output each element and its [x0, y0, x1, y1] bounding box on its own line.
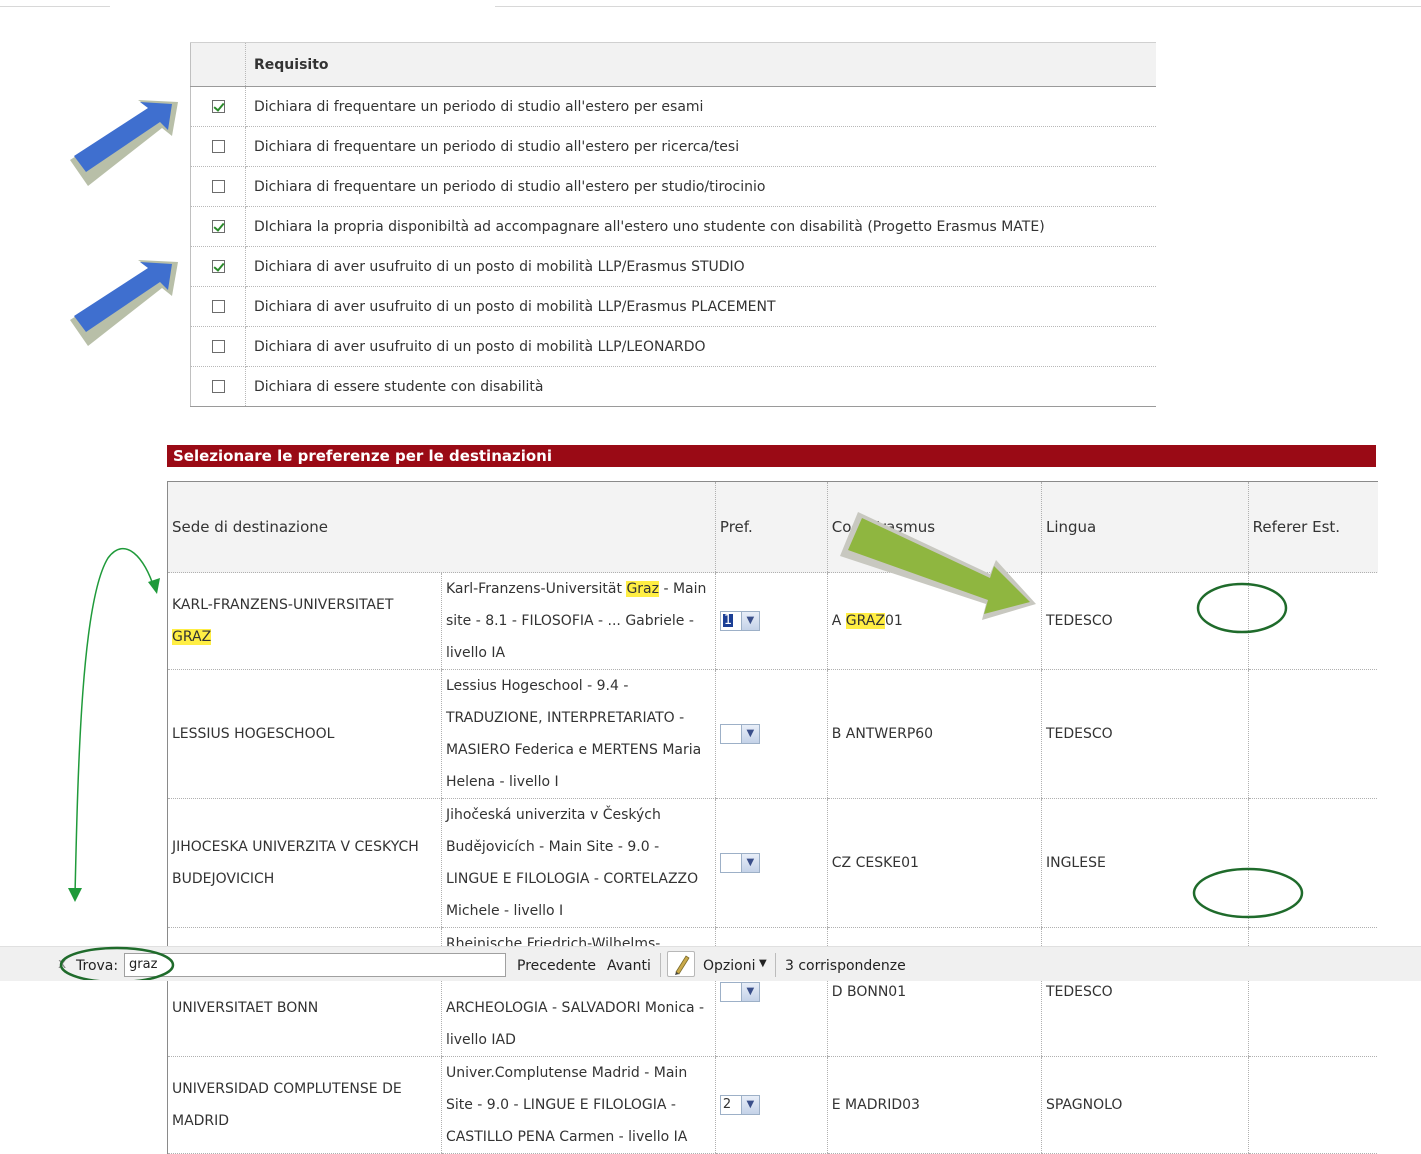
destination-description: Univer.Complutense Madrid - Main Site - …	[440, 1056, 716, 1154]
preference-select[interactable]: ▼	[719, 982, 760, 1002]
preference-select[interactable]: 2 ▼	[719, 1095, 760, 1115]
chevron-down-icon[interactable]: ▼	[740, 1096, 759, 1114]
find-annotation-overlay	[59, 946, 175, 980]
text-part: D BONN01	[831, 984, 907, 1000]
destination-row: UNIVERSIDAD COMPLUTENSE DE MADRID Univer.…	[167, 1056, 1378, 1154]
circle-find	[59, 946, 175, 980]
preference-cell: 2 ▼	[714, 1056, 828, 1154]
language: SPAGNOLO	[1040, 1056, 1249, 1154]
text-part: Univer.Complutense Madrid - Main Site - …	[445, 1065, 688, 1145]
referente-cell	[1247, 1056, 1378, 1154]
destination-name: UNIVERSIDAD COMPLUTENSE DE MADRID	[167, 1056, 442, 1154]
preference-value: 2	[722, 1097, 732, 1112]
text-part: UNIVERSIDAD COMPLUTENSE DE MADRID	[172, 1081, 402, 1129]
chevron-down-icon[interactable]: ▼	[740, 983, 759, 1001]
erasmus-code: E MADRID03	[826, 1056, 1042, 1154]
text-part: E MADRID03	[831, 1097, 920, 1113]
